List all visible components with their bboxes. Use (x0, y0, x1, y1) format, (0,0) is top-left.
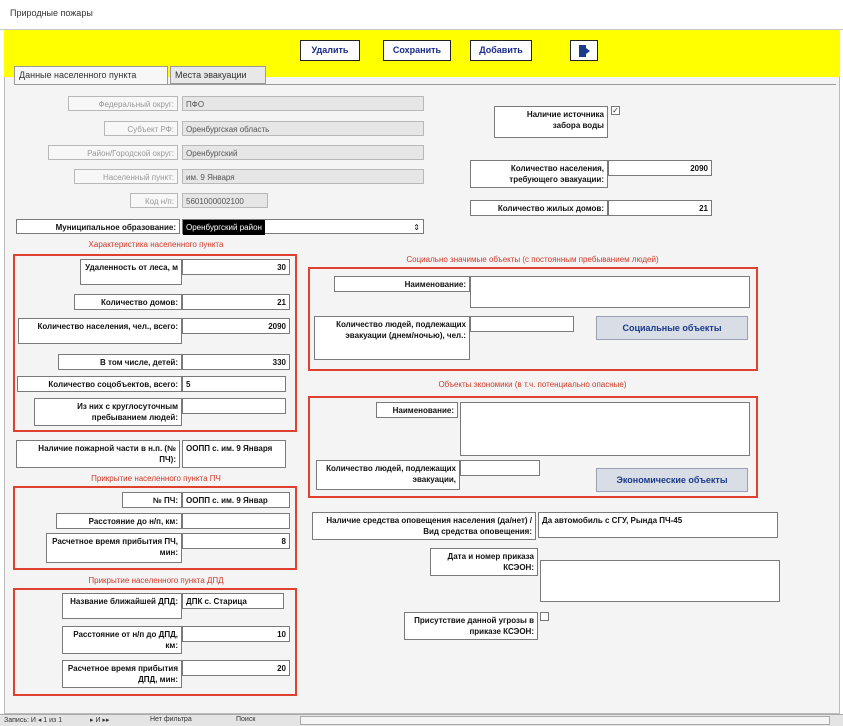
district-field[interactable]: Оренбургский (182, 145, 424, 160)
warning-label: Наличие средства оповещения населения (д… (312, 512, 536, 540)
social-name-label: Наименование: (334, 276, 470, 292)
tab-divider (14, 84, 836, 85)
window-titlebar: Природные пожары (0, 0, 843, 30)
tab-evacuation-places[interactable]: Места эвакуации (170, 66, 266, 84)
record-nav-buttons[interactable]: ▸ И ▸▸ (90, 716, 109, 724)
houses-count-field[interactable]: 21 (608, 200, 712, 216)
population-label: Количество населения, чел., всего: (18, 318, 182, 344)
houses-count-label: Количество жилых домов: (470, 200, 608, 216)
dpd-distance-label: Расстояние от н/п до ДПД, км: (62, 626, 182, 654)
soc-objects-label: Количество соцобъектов, всего: (17, 376, 182, 392)
threat-label: Присутствие данной угрозы в приказе КСЭО… (404, 612, 538, 640)
children-field[interactable]: 330 (182, 354, 290, 370)
economy-objects-button[interactable]: Экономические объекты (596, 468, 748, 492)
federal-district-field[interactable]: ПФО (182, 96, 424, 111)
economy-people-field[interactable] (460, 460, 540, 476)
economy-name-field[interactable] (460, 402, 750, 456)
settlement-field[interactable]: им. 9 Января (182, 169, 424, 184)
federal-district-label: Федеральный округ: (68, 96, 178, 111)
horizontal-scrollbar[interactable] (300, 716, 830, 725)
district-label: Район/Городской округ: (48, 145, 178, 160)
record-navigation-bar: Запись: И ◂ 1 из 1 ▸ И ▸▸ Нет фильтра По… (0, 714, 843, 726)
population-field[interactable]: 2090 (182, 318, 290, 334)
fire-station-field[interactable]: ООПП с. им. 9 Января (182, 440, 286, 468)
forest-distance-label: Удаленность от леса, м (80, 259, 182, 285)
delete-button[interactable]: Удалить (300, 40, 360, 61)
search-box[interactable]: Поиск (236, 716, 255, 723)
economy-name-label: Наименование: (376, 402, 458, 418)
subject-label: Субъект РФ: (104, 121, 178, 136)
add-button[interactable]: Добавить (470, 40, 532, 61)
dpd-time-field[interactable]: 20 (182, 660, 290, 676)
order-field[interactable] (540, 560, 780, 602)
warning-field[interactable]: Да автомобиль с СГУ, Рында ПЧ-45 (538, 512, 778, 538)
characteristics-title: Характеристика населенного пункта (88, 240, 224, 249)
evac-population-field[interactable]: 2090 (608, 160, 712, 176)
pch-distance-field[interactable] (182, 513, 290, 529)
code-label: Код н/п: (130, 193, 178, 208)
window-title: Природные пожары (10, 8, 93, 18)
pch-number-label: № ПЧ: (122, 492, 182, 508)
social-title: Социально значимые объекты (с постоянным… (406, 255, 659, 264)
round-clock-label: Из них с круглосуточным пребыванием люде… (34, 398, 182, 426)
evac-population-label: Количество населения, требующего эвакуац… (470, 160, 608, 188)
dpd-nearest-field[interactable]: ДПК с. Старица (182, 593, 284, 609)
settlement-label: Населенный пункт: (74, 169, 178, 184)
economy-title: Объекты экономики (в т.ч. потенциально о… (438, 380, 627, 389)
forest-distance-field[interactable]: 30 (182, 259, 290, 275)
cover-dpd-title: Прикрытие населенного пункта ДПД (88, 576, 224, 585)
municipality-selected-value: Оренбургский район (183, 220, 265, 235)
save-button[interactable]: Сохранить (383, 40, 451, 61)
pch-time-field[interactable]: 8 (182, 533, 290, 549)
tab-locality-data[interactable]: Данные населенного пункта (14, 66, 168, 84)
municipality-label: Муниципальное образование: (16, 219, 180, 234)
round-clock-field[interactable] (182, 398, 286, 414)
municipality-select[interactable]: Оренбургский район ⇕ (182, 219, 424, 235)
children-label: В том числе, детей: (58, 354, 182, 370)
dpd-time-label: Расчетное время прибытия ДПД, мин: (62, 660, 182, 688)
economy-people-label: Количество людей, подлежащих эвакуации, (316, 460, 460, 490)
threat-checkbox[interactable] (540, 612, 549, 621)
spin-arrows-icon[interactable]: ⇕ (413, 222, 420, 233)
record-counter[interactable]: Запись: И ◂ 1 из 1 (4, 716, 62, 724)
houses-label: Количество домов: (74, 294, 182, 310)
code-field[interactable]: 5601000002100 (182, 193, 268, 208)
houses-field[interactable]: 21 (182, 294, 290, 310)
cover-pch-title: Прикрытие населенного пункта ПЧ (91, 474, 221, 483)
fire-station-label: Наличие пожарной части в н.п. (№ ПЧ): (16, 440, 180, 468)
social-people-label: Количество людей, подлежащих эвакуации (… (314, 316, 470, 360)
exit-door-icon[interactable] (570, 40, 598, 61)
dpd-nearest-label: Название ближайшей ДПД: (62, 593, 182, 619)
social-people-field[interactable] (470, 316, 574, 332)
social-objects-button[interactable]: Социальные объекты (596, 316, 748, 340)
water-source-checkbox[interactable]: ✓ (611, 106, 620, 115)
subject-field[interactable]: Оренбургская область (182, 121, 424, 136)
dpd-distance-field[interactable]: 10 (182, 626, 290, 642)
filter-indicator[interactable]: Нет фильтра (150, 716, 192, 723)
pch-time-label: Расчетное время прибытия ПЧ, мин: (46, 533, 182, 563)
pch-distance-label: Расстояние до н/п, км: (56, 513, 182, 529)
social-name-field[interactable] (470, 276, 750, 308)
water-source-label: Наличие источника забора воды (494, 106, 608, 138)
pch-number-field[interactable]: ООПП с. им. 9 Январ (182, 492, 290, 508)
order-label: Дата и номер приказа КСЭОН: (430, 548, 538, 576)
soc-objects-field[interactable]: 5 (182, 376, 286, 392)
